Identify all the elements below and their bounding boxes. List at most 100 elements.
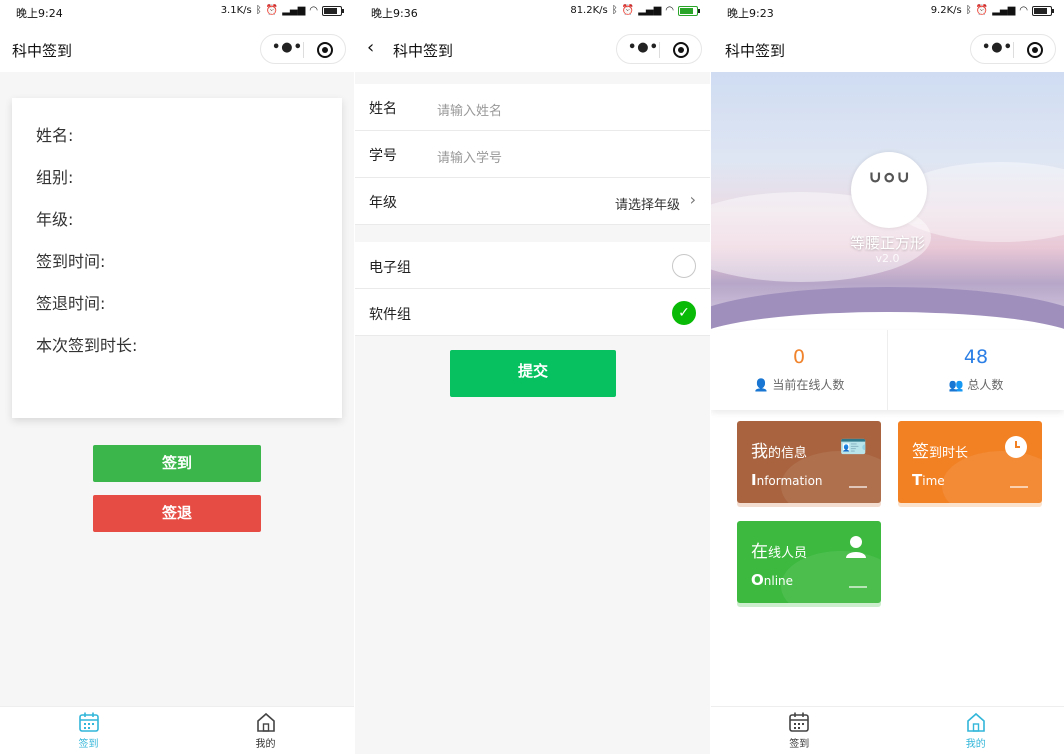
alarm-icon: ⏰ (265, 5, 279, 16)
close-target-icon[interactable] (317, 42, 333, 58)
capsule-divider (303, 42, 304, 58)
tile-subtitle: Online (751, 571, 794, 589)
name-input[interactable]: 请输入姓名 (437, 100, 502, 119)
bluetooth-icon: ᛒ (965, 5, 972, 16)
tile-title: 在线人员 (751, 542, 808, 562)
stat-total: 48 👥 总人数 (888, 330, 1064, 410)
signal-icon: ▂▄▆ (282, 5, 306, 16)
tab-sign-label: 签到 (78, 739, 99, 750)
radio-checked[interactable]: ✓ (672, 301, 696, 325)
signal-icon: ▂▄▆ (638, 5, 662, 16)
info-name: 姓名: (36, 126, 74, 145)
close-target-icon[interactable] (673, 42, 689, 58)
status-bar: 晚上9:23 9.2K/s ᛒ ⏰ ▂▄▆ ◠ (711, 0, 1064, 24)
student-id-input[interactable]: 请输入学号 (437, 147, 502, 166)
group-item-electronics[interactable]: 电子组 (355, 242, 710, 289)
app-version: v2.0 (875, 252, 900, 265)
info-signout-time: 签退时间: (36, 294, 106, 313)
avatar[interactable]: ᐡᐤᐡ (851, 152, 927, 228)
tile-subtitle: Information (751, 471, 823, 489)
group-label: 电子组 (369, 260, 411, 276)
name-row: 姓名 请输入姓名 (355, 84, 710, 131)
capsule-divider (1013, 42, 1014, 58)
info-signin-time: 签到时间: (36, 252, 106, 271)
tab-mine[interactable]: 我的 (177, 707, 354, 754)
stat-online: 0 👤 当前在线人数 (711, 330, 888, 410)
id-card-icon: 🪪 (839, 435, 867, 460)
alarm-icon: ⏰ (975, 5, 989, 16)
tab-sign-label: 签到 (789, 739, 810, 750)
tile-line (849, 586, 867, 588)
users-icon: 👥 (948, 378, 968, 392)
tile-subtitle: Time (912, 471, 945, 489)
tab-mine[interactable]: 我的 (888, 707, 1064, 754)
user-name: 等腰正方形 (849, 234, 925, 252)
mini-program-capsule: •●• (970, 34, 1056, 64)
clock-icon (1004, 435, 1028, 465)
more-icon[interactable]: •●• (982, 40, 1013, 55)
chevron-right-icon: › (689, 190, 696, 209)
capsule-divider (659, 42, 660, 58)
status-time: 晚上9:23 (727, 7, 774, 20)
bluetooth-icon: ᛒ (255, 5, 262, 16)
status-bar: 晚上9:24 3.1K/s ᛒ ⏰ ▂▄▆ ◠ (0, 0, 354, 24)
profile-screen: 晚上9:23 9.2K/s ᛒ ⏰ ▂▄▆ ◠ 科中签到 •●• ᐡᐤᐡ 等腰正… (711, 0, 1064, 754)
home-icon (888, 711, 1064, 735)
calendar-icon (711, 711, 888, 735)
status-right: 9.2K/s ᛒ ⏰ ▂▄▆ ◠ (930, 5, 1054, 17)
more-icon[interactable]: •●• (628, 40, 659, 55)
tab-mine-label: 我的 (255, 739, 276, 750)
grade-picker[interactable]: 请选择年级 (615, 194, 680, 213)
grade-row[interactable]: 年级 请选择年级 › (355, 178, 710, 225)
signout-button[interactable]: 签退 (93, 495, 261, 532)
info-duration: 本次签到时长: (36, 336, 138, 355)
person-icon (845, 535, 867, 565)
home-icon (177, 711, 354, 735)
tile-line (849, 486, 867, 488)
battery-charging-icon (678, 6, 700, 16)
wifi-icon: ◠ (309, 5, 318, 16)
tile-my-info[interactable]: 我的信息 Information 🪪 (737, 421, 881, 503)
wifi-icon: ◠ (665, 5, 674, 16)
online-caption: 👤 当前在线人数 (753, 378, 845, 392)
page-title: 科中签到 (393, 42, 454, 60)
battery-icon (1032, 6, 1054, 16)
info-grade: 年级: (36, 210, 74, 229)
grade-label: 年级 (369, 195, 397, 211)
more-icon[interactable]: •●• (272, 40, 303, 55)
group-label: 软件组 (369, 307, 411, 323)
tab-sign[interactable]: 签到 (0, 707, 177, 754)
mini-program-capsule: •●• (260, 34, 346, 64)
page-title: 科中签到 (725, 42, 786, 60)
tile-sign-duration[interactable]: 签到时长 Time (898, 421, 1042, 503)
signal-icon: ▂▄▆ (992, 5, 1016, 16)
tab-bar: 签到 我的 (0, 706, 354, 754)
tab-mine-label: 我的 (965, 739, 986, 750)
form-screen: 晚上9:36 81.2K/s ᛒ ⏰ ▂▄▆ ◠ ‹ 科中签到 •●• 姓名 请… (355, 0, 710, 754)
bluetooth-icon: ᛒ (611, 5, 618, 16)
net-speed: 9.2K/s (930, 5, 962, 16)
status-time: 晚上9:36 (371, 7, 418, 20)
signin-button[interactable]: 签到 (93, 445, 261, 482)
tile-title: 我的信息 (751, 442, 808, 462)
net-speed: 81.2K/s (570, 5, 608, 16)
status-bar: 晚上9:36 81.2K/s ᛒ ⏰ ▂▄▆ ◠ (355, 0, 710, 24)
total-caption: 👥 总人数 (948, 378, 1004, 392)
online-count: 0 (792, 346, 806, 368)
rabbit-avatar-icon: ᐡᐤᐡ (867, 165, 911, 206)
close-target-icon[interactable] (1027, 42, 1043, 58)
user-icon: 👤 (753, 378, 773, 392)
submit-button[interactable]: 提交 (450, 350, 616, 397)
group-item-software[interactable]: 软件组 ✓ (355, 289, 710, 336)
alarm-icon: ⏰ (621, 5, 635, 16)
tab-sign[interactable]: 签到 (711, 707, 888, 754)
group-radio-list: 电子组 软件组 ✓ (355, 242, 710, 336)
tile-online-members[interactable]: 在线人员 Online (737, 521, 881, 603)
stats-panel: 0 👤 当前在线人数 48 👥 总人数 (711, 330, 1064, 410)
wifi-icon: ◠ (1019, 5, 1028, 16)
nav-bar: 科中签到 •●• (711, 24, 1064, 72)
tile-title: 签到时长 (912, 442, 969, 462)
radio-unchecked[interactable] (672, 254, 696, 278)
back-icon[interactable]: ‹ (367, 37, 374, 58)
page-title: 科中签到 (12, 42, 73, 60)
